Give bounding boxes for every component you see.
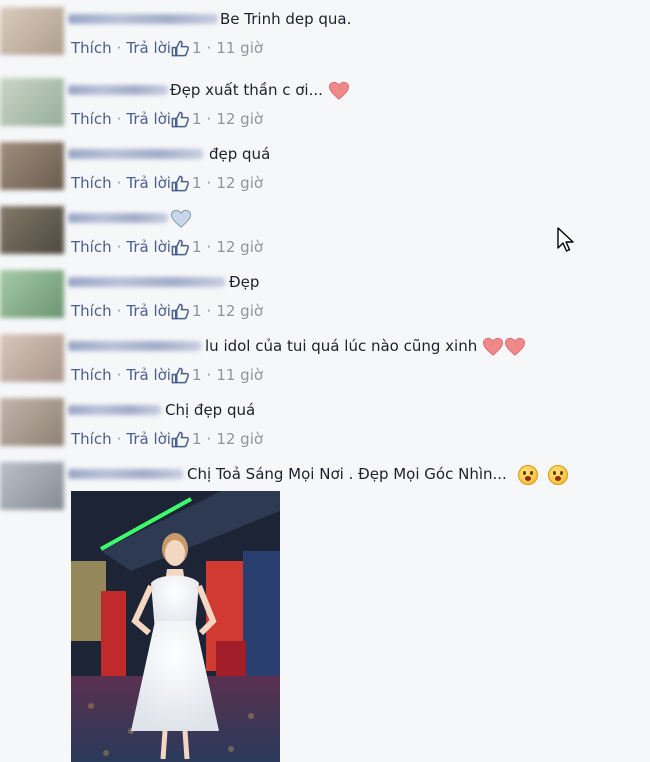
separator: · [206,366,212,384]
avatar[interactable] [0,270,64,318]
reply-link[interactable]: Trả lời [126,108,171,130]
timestamp[interactable]: 12 giờ [216,236,263,258]
thumbs-up-icon[interactable] [171,174,190,193]
thumbs-up-icon[interactable] [171,430,190,449]
comment-actions: Thích · Trả lời 1 · 12 giờ [71,108,263,130]
separator: · [206,174,212,192]
like-link[interactable]: Thích [71,300,112,322]
attached-photo[interactable] [71,491,280,762]
comment-text: Đẹp xuất thần c ơi... [170,79,350,101]
comment-text: Chị Toả Sáng Mọi Nơi . Đẹp Mọi Góc Nhìn.… [187,463,569,485]
timestamp[interactable]: 12 giờ [216,172,263,194]
comment-text [170,207,192,229]
reply-link[interactable]: Trả lời [126,236,171,258]
heart-emoji-icon [328,81,349,100]
comment-item: lu idol của tui quá lúc nào cũng xinh Th… [0,334,650,398]
heart-emoji-icon [170,209,192,228]
like-link[interactable]: Thích [71,172,112,194]
avatar[interactable] [0,462,64,510]
separator: · [206,302,212,320]
commenter-name[interactable] [68,14,218,24]
like-count: 1 [191,39,202,57]
comment-body: lu idol của tui quá lúc nào cũng xinh [205,337,478,355]
avatar[interactable] [0,7,64,55]
timestamp[interactable]: 11 giờ [216,37,263,59]
commenter-name[interactable] [68,85,168,95]
thumbs-up-icon[interactable] [171,110,190,129]
comment-actions: Thích · Trả lời 1 · 12 giờ [71,300,263,322]
commenter-name[interactable] [68,469,183,479]
like-count: 1 [191,366,202,384]
like-link[interactable]: Thích [71,364,112,386]
separator: · [116,302,122,320]
thumbs-up-icon[interactable] [171,366,190,385]
timestamp[interactable]: 12 giờ [216,428,263,450]
commenter-name[interactable] [68,277,225,287]
separator: · [206,110,212,128]
avatar[interactable] [0,78,64,126]
comment-actions: Thích · Trả lời 1 · 11 giờ [71,364,263,386]
like-link[interactable]: Thích [71,108,112,130]
like-link[interactable]: Thích [71,236,112,258]
like-count: 1 [191,302,202,320]
comment-body: Chị Toả Sáng Mọi Nơi . Đẹp Mọi Góc Nhìn.… [187,465,507,483]
like-count: 1 [191,110,202,128]
comment-item: Đẹp xuất thần c ơi... Thích · Trả lời 1 … [0,78,650,142]
thumbs-up-icon[interactable] [171,39,190,58]
separator: · [116,430,122,448]
thumbs-up-icon[interactable] [171,302,190,321]
separator: · [116,238,122,256]
mouse-cursor-icon [557,227,574,252]
astonished-emoji-icon [548,464,569,485]
comment-item: Đẹp Thích · Trả lời 1 · 12 giờ [0,270,650,334]
like-link[interactable]: Thích [71,37,112,59]
heart-emoji-icon [482,337,504,356]
separator: · [116,366,122,384]
comment-text: Đẹp [229,273,260,291]
comment-actions: Thích · Trả lời 1 · 12 giờ [71,172,263,194]
comment-text: Chị đẹp quá [165,401,256,419]
separator: · [116,39,122,57]
comment-text: đẹp quá [209,145,271,163]
like-count: 1 [191,238,202,256]
photo-scene-icon [71,491,280,762]
separator: · [206,238,212,256]
reply-link[interactable]: Trả lời [126,364,171,386]
reply-link[interactable]: Trả lời [126,172,171,194]
comment-actions: Thích · Trả lời 1 · 12 giờ [71,428,263,450]
timestamp[interactable]: 11 giờ [216,364,263,386]
separator: · [116,110,122,128]
timestamp[interactable]: 12 giờ [216,108,263,130]
avatar[interactable] [0,334,64,382]
comment-text: Be Trinh dep qua. [220,10,352,28]
thumbs-up-icon[interactable] [171,238,190,257]
comment-item: đẹp quá Thích · Trả lời 1 · 12 giờ [0,142,650,206]
commenter-name[interactable] [68,405,161,415]
commenter-name[interactable] [68,213,168,223]
astonished-emoji-icon [517,464,538,485]
like-count: 1 [191,174,202,192]
separator: · [116,174,122,192]
commenter-name[interactable] [68,341,201,351]
comment-body: Đẹp xuất thần c ơi... [170,81,323,99]
like-link[interactable]: Thích [71,428,112,450]
reply-link[interactable]: Trả lời [126,37,171,59]
separator: · [206,430,212,448]
reply-link[interactable]: Trả lời [126,300,171,322]
comment-text: lu idol của tui quá lúc nào cũng xinh [205,335,526,357]
heart-emoji-icon [504,337,526,356]
comment-actions: Thích · Trả lời 1 · 12 giờ [71,236,263,258]
comment-item: Chị đẹp quá Thích · Trả lời 1 · 12 giờ [0,398,650,462]
avatar[interactable] [0,398,64,446]
comment-actions: Thích · Trả lời 1 · 11 giờ [71,37,263,59]
like-count: 1 [191,430,202,448]
comment-item: Be Trinh dep qua. Thích · Trả lời 1 · 11… [0,7,650,71]
avatar[interactable] [0,206,64,254]
comment-item: Thích · Trả lời 1 · 12 giờ [0,206,650,270]
commenter-name[interactable] [68,149,203,159]
avatar[interactable] [0,142,64,190]
separator: · [206,39,212,57]
timestamp[interactable]: 12 giờ [216,300,263,322]
reply-link[interactable]: Trả lời [126,428,171,450]
